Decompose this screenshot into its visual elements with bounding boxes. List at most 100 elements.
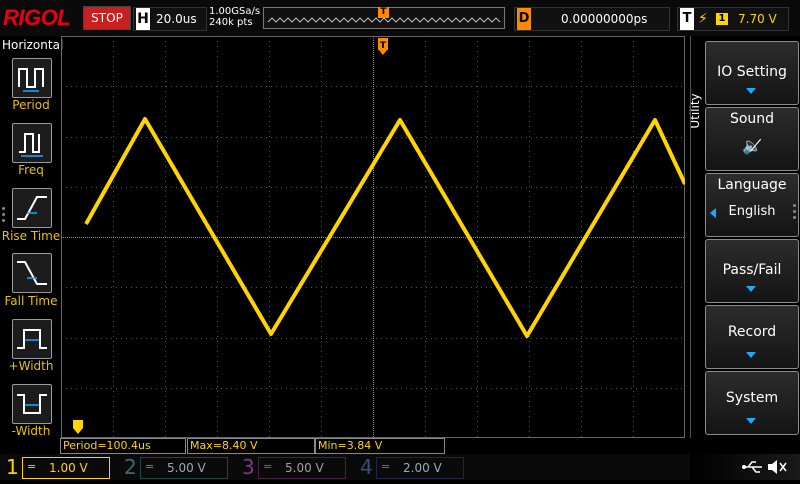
channel-scale-box: = 5.00 V	[258, 457, 346, 479]
rigol-logo: RIGOL	[3, 5, 71, 30]
trigger-box[interactable]: T ⚡ 1 7.70 V	[677, 7, 789, 31]
trigger-label: T	[680, 8, 694, 30]
speaker-muted-icon	[768, 460, 787, 474]
measurement-value: 100.4us	[106, 439, 151, 452]
negative-width-measure-button[interactable]	[12, 384, 52, 424]
language-button[interactable]: Language English	[705, 173, 799, 237]
system-button[interactable]: System	[705, 371, 799, 435]
top-status-bar: RIGOL STOP H 20.0us 1.00GSa/s 240k pts T…	[0, 0, 800, 36]
period-icon	[18, 68, 44, 92]
run-stop-indicator[interactable]: STOP	[83, 6, 131, 30]
channel-scale: 5.00 V	[285, 461, 324, 475]
left-page-dots	[2, 204, 6, 225]
channel1-ground-marker	[73, 420, 83, 434]
pass-fail-button[interactable]: Pass/Fail	[705, 239, 799, 303]
negative-width-label: -Width	[11, 424, 51, 438]
svg-text:T: T	[380, 41, 387, 51]
chevron-down-icon	[746, 88, 756, 94]
sound-label: Sound	[729, 111, 775, 127]
memory-depth: 240k pts	[209, 17, 253, 28]
trigger-source-badge: 1	[716, 13, 728, 25]
sample-rate: 1.00GSa/s	[209, 6, 261, 17]
negative-width-icon	[17, 394, 47, 414]
positive-width-label: +Width	[8, 359, 54, 373]
dc-coupling-icon: =	[27, 460, 37, 473]
min-measurement[interactable]: Min=3.84 V	[315, 438, 445, 454]
trigger-position-marker: T	[378, 7, 389, 18]
freq-icon	[19, 133, 43, 157]
channel-scale: 1.00 V	[49, 461, 88, 475]
fall-time-label: Fall Time	[4, 294, 58, 308]
horizontal-timebase-box[interactable]: H 20.0us	[133, 7, 207, 31]
record-label: Record	[727, 324, 777, 340]
rise-time-measure-button[interactable]	[12, 188, 52, 228]
channel-scale-box: = 2.00 V	[376, 457, 464, 479]
measurement-value: 3.84 V	[346, 439, 383, 452]
period-measure-button[interactable]	[12, 58, 52, 98]
notification-area	[690, 454, 800, 480]
pass-fail-label: Pass/Fail	[722, 262, 782, 278]
horizontal-measure-menu: Horizontal Period Freq Rise Time Fall Ti…	[0, 36, 64, 438]
left-menu-title: Horizontal	[2, 38, 64, 52]
positive-width-measure-button[interactable]	[12, 319, 52, 359]
trigger-level-value: 7.70 V	[738, 12, 777, 26]
channel-number: 1	[6, 455, 19, 479]
dc-coupling-icon: =	[381, 460, 391, 473]
system-label: System	[725, 390, 779, 406]
delay-label: D	[517, 8, 531, 30]
measurement-value: 8.40 V	[221, 439, 258, 452]
positive-width-icon	[17, 329, 47, 349]
rise-time-icon	[17, 196, 47, 220]
channel-scale-box: = 5.00 V	[140, 457, 228, 479]
utility-menu: Utility IO Setting Sound 🔈̸ Language Eng…	[687, 36, 800, 438]
delay-value: 0.00000000ps	[561, 12, 648, 26]
fall-time-measure-button[interactable]	[12, 253, 52, 293]
channel-1-tab[interactable]: 1 = 1.00 V	[0, 454, 112, 480]
channel-status-bar: 1 = 1.00 V 2 = 5.00 V 3 = 5.00 V 4 = 2.0…	[0, 454, 800, 480]
period-measurement[interactable]: Period=100.4us	[60, 438, 186, 454]
channel-4-tab[interactable]: 4 = 2.00 V	[354, 454, 466, 480]
channel-scale: 5.00 V	[167, 461, 206, 475]
rise-time-label: Rise Time	[1, 229, 61, 243]
memory-position-map[interactable]: T	[263, 7, 505, 29]
io-setting-label: IO Setting	[717, 64, 787, 80]
channel1-waveform	[84, 117, 685, 338]
language-value: English	[728, 204, 776, 219]
channel-number: 2	[124, 455, 137, 479]
measurement-label: Period	[63, 439, 98, 452]
channel-2-tab[interactable]: 2 = 5.00 V	[118, 454, 230, 480]
channel-scale-box: = 1.00 V	[22, 457, 110, 479]
measurement-label: Min	[318, 439, 338, 452]
sound-button[interactable]: Sound 🔈̸	[705, 107, 799, 171]
delay-box[interactable]: D 0.00000000ps	[514, 7, 670, 31]
channel-scale: 2.00 V	[403, 461, 442, 475]
freq-measure-button[interactable]	[12, 123, 52, 163]
channel-number: 3	[242, 455, 255, 479]
graticule	[61, 36, 685, 438]
usb-icon	[742, 461, 762, 473]
chevron-down-icon	[746, 352, 756, 358]
trigger-edge-icon: ⚡	[698, 11, 708, 27]
dc-coupling-icon: =	[145, 460, 155, 473]
timebase-value: 20.0us	[156, 12, 197, 26]
record-button[interactable]: Record	[705, 305, 799, 369]
right-page-dots	[793, 201, 797, 222]
dc-coupling-icon: =	[263, 460, 273, 473]
waveform-display[interactable]: T	[61, 36, 685, 438]
measurement-label: Max	[190, 439, 213, 452]
horizontal-label: H	[136, 8, 150, 30]
max-measurement[interactable]: Max=8.40 V	[187, 438, 315, 454]
channel-3-tab[interactable]: 3 = 5.00 V	[236, 454, 348, 480]
freq-label: Freq	[18, 163, 44, 177]
channel-number: 4	[360, 455, 373, 479]
chevron-down-icon	[746, 418, 756, 424]
speaker-muted-icon: 🔈̸	[742, 136, 762, 155]
io-setting-button[interactable]: IO Setting	[705, 41, 799, 105]
right-menu-divider	[690, 36, 691, 438]
trigger-position-arrow: T	[378, 38, 388, 55]
chevron-down-icon	[746, 286, 756, 292]
fall-time-icon	[17, 261, 47, 285]
status-icons	[742, 460, 787, 474]
language-label: Language	[717, 177, 787, 193]
period-label: Period	[12, 98, 50, 112]
